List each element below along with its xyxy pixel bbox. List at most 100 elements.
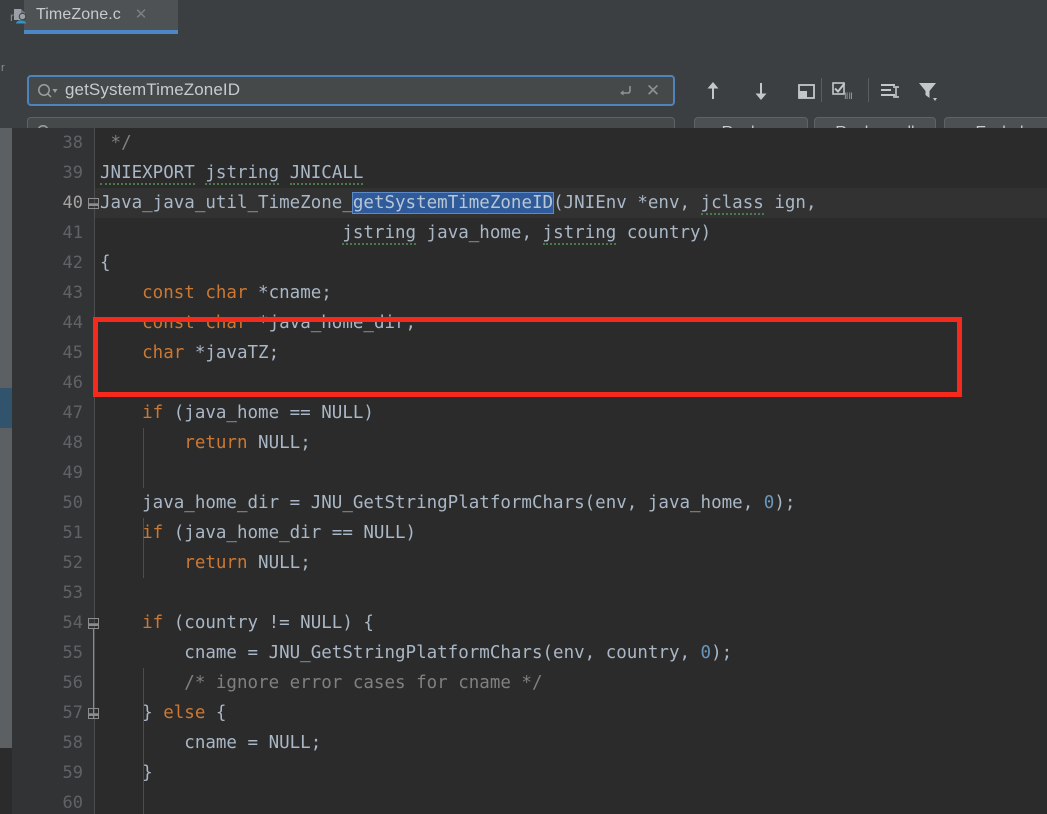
code-token: country) [616,223,712,243]
fold-marker[interactable]: ▬ [88,198,99,209]
filter-icon[interactable] [913,76,943,106]
line-number: 58 [62,733,83,753]
line-number: 38 [62,133,83,153]
code-line-47: if (java_home == NULL) [100,398,374,428]
code-line-42: { [100,248,111,278]
words-icon[interactable] [875,76,905,106]
search-input-value: getSystemTimeZoneID [65,80,241,99]
select-all-occurrences-icon[interactable] [791,76,821,106]
code-line-58: cname = NULL; [100,728,321,758]
line-number: 57 [62,703,83,723]
line-number: 59 [62,763,83,783]
code-token: (JNIEnv *env, [553,193,701,213]
code-token: ); [711,643,733,663]
code-line-50: java_home_dir = JNU_GetStringPlatformCha… [100,488,795,518]
code-token-keyword: if [100,523,164,543]
code-token: *cname; [247,283,332,303]
code-token: cname = NULL; [100,733,322,753]
code-token: *java_home_dir; [247,313,417,333]
line-number: 50 [62,493,83,513]
code-line-59: } [100,758,153,788]
code-line-44: const char *java_home_dir; [100,308,416,338]
c-file-icon [12,7,30,25]
line-number: 55 [62,643,83,663]
code-token: jclass [700,193,764,215]
code-line-40: Java_java_util_TimeZone_getSystemTimeZon… [100,188,816,218]
editor-tab-bar: r TimeZone.c ✕ [0,0,1047,35]
line-number: 48 [62,433,83,453]
line-number: 54 [62,613,83,633]
code-token-number: 0 [763,493,775,513]
code-token: NULL; [247,433,311,453]
search-input[interactable]: getSystemTimeZoneID ✕ [27,75,675,106]
match-case-icon[interactable]: ⅡⅡ [828,76,858,106]
code-token: { [100,253,111,273]
search-history-icon[interactable] [615,81,635,101]
code-token-keyword: const char [100,283,248,303]
search-match-selected[interactable]: getSystemTimeZoneID [351,192,555,214]
toolbar-separator-2 [868,78,869,102]
svg-text:ⅡⅡ: ⅡⅡ [844,92,853,102]
fold-region-line [93,629,94,719]
ide-window: r TimeZone.c ✕ r getSystemTimeZoneID ✕ Ⅱ… [0,0,1047,814]
code-token: *javaTZ; [184,343,280,363]
code-token-keyword: const char [100,313,248,333]
code-token: } [100,703,164,723]
code-token-keyword: return [100,433,248,453]
line-number-current: 40 [62,193,83,213]
line-number: 60 [62,793,83,813]
fold-marker[interactable]: ▬ [88,618,99,629]
find-next-icon[interactable] [746,76,776,106]
code-line-55: cname = JNU_GetStringPlatformChars(env, … [100,638,732,668]
close-icon[interactable]: ✕ [134,7,148,22]
line-number: 49 [62,463,83,483]
toolbar-separator-1 [821,78,822,102]
search-dropdown-icon[interactable] [37,82,59,100]
find-replace-panel: r getSystemTimeZoneID ✕ ⅡⅡ [0,34,1047,149]
find-previous-icon[interactable] [698,76,728,106]
code-line-57: } else { [100,698,226,728]
code-token: { [205,703,227,723]
line-number: 51 [62,523,83,543]
code-token: NULL; [247,553,311,573]
code-token: JNICALL [289,163,364,185]
code-token-keyword: if [100,613,164,633]
clear-icon[interactable]: ✕ [643,81,663,101]
line-number: 56 [62,673,83,693]
line-number: 53 [62,583,83,603]
code-line-39: JNIEXPORT jstring JNICALL [100,158,364,188]
code-token: } [100,763,153,783]
code-token: ); [774,493,796,513]
code-token-keyword: return [100,553,248,573]
code-token: (java_home == NULL) [163,403,374,423]
code-line-41: jstring java_home, jstring country) [100,218,711,248]
code-token-keyword: char [100,343,185,363]
code-line-56: /* ignore error cases for cname */ [100,668,542,698]
code-line-51: if (java_home_dir == NULL) [100,518,416,548]
line-number: 41 [62,223,83,243]
panel-left-edge: r [0,34,20,128]
code-token: java_home_dir = JNU_GetStringPlatformCha… [100,493,764,513]
line-number: 39 [62,163,83,183]
fold-marker[interactable]: ▬ [88,708,99,719]
code-token-keyword: else [163,703,206,723]
code-line-54: if (country != NULL) { [100,608,374,638]
code-line-52: return NULL; [100,548,311,578]
code-token: (java_home_dir == NULL) [163,523,417,543]
code-editor[interactable]: 38 39 40 41 42 43 44 45 46 47 48 49 50 5… [0,128,1047,814]
code-line-48: return NULL; [100,428,311,458]
code-line-43: const char *cname; [100,278,332,308]
code-token: JNIEXPORT [100,163,195,185]
code-token-keyword: if [100,403,164,423]
line-number: 42 [62,253,83,273]
code-token: ign, [763,193,817,213]
code-line-38: */ [100,128,132,158]
line-number: 44 [62,313,83,333]
code-token: jstring [542,223,617,245]
line-number: 52 [62,553,83,573]
line-number: 45 [62,343,83,363]
line-number: 46 [62,373,83,393]
code-token-comment: */ [100,133,132,153]
line-number: 43 [62,283,83,303]
